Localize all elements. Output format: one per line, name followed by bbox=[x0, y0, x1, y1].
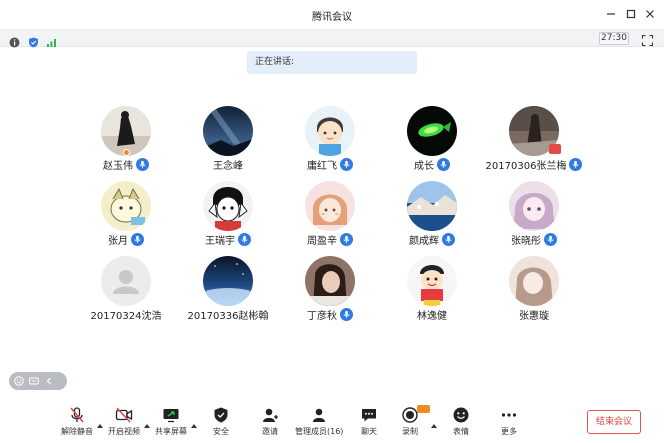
mic-icon bbox=[544, 233, 557, 246]
security-button[interactable]: 安全 bbox=[212, 406, 230, 440]
shield-icon[interactable] bbox=[28, 33, 39, 48]
mic-icon bbox=[442, 233, 455, 246]
add-user-icon bbox=[261, 406, 279, 424]
share-screen-icon bbox=[162, 406, 180, 424]
caret-up-icon[interactable] bbox=[97, 414, 103, 428]
avatar[interactable] bbox=[203, 256, 253, 306]
avatar[interactable] bbox=[203, 106, 253, 156]
start-video-button[interactable]: 开启视频 bbox=[108, 406, 140, 440]
participant-name: 张晓彤 bbox=[511, 236, 541, 247]
mic-icon bbox=[340, 233, 353, 246]
mic-icon bbox=[238, 233, 251, 246]
signal-strength-icon[interactable] bbox=[46, 33, 57, 47]
info-icon[interactable] bbox=[9, 33, 20, 48]
participant-tile[interactable]: 20170306张兰梅 bbox=[469, 106, 599, 178]
participant-name: 成长 bbox=[414, 161, 434, 172]
shield-icon bbox=[212, 406, 230, 424]
participant-name: 张惠璇 bbox=[519, 311, 549, 322]
participant-name: 20170306张兰梅 bbox=[485, 161, 567, 172]
participant-name: 王瑞宇 bbox=[205, 236, 235, 247]
mic-icon bbox=[136, 158, 149, 171]
chat-icon bbox=[360, 406, 378, 424]
caret-up-icon[interactable] bbox=[144, 414, 150, 428]
mic-muted-icon bbox=[68, 406, 86, 424]
participant-tile[interactable]: 张晓彤 bbox=[469, 181, 599, 253]
avatar[interactable] bbox=[305, 256, 355, 306]
participant-name: 周盈辛 bbox=[307, 236, 337, 247]
reactions-button[interactable]: 表情 bbox=[452, 406, 470, 440]
meeting-timer: 27:30 bbox=[599, 32, 629, 45]
avatar[interactable] bbox=[203, 181, 253, 231]
avatar[interactable] bbox=[407, 181, 457, 231]
participant-name: 颜成辉 bbox=[409, 236, 439, 247]
mic-icon bbox=[569, 158, 583, 171]
unmute-button[interactable]: 解除静音 bbox=[61, 406, 93, 440]
manage-members-button[interactable]: 管理成员(16) bbox=[295, 406, 343, 440]
floating-controls[interactable] bbox=[9, 372, 67, 390]
mic-icon bbox=[340, 158, 353, 171]
users-icon bbox=[310, 406, 328, 424]
notice-badge bbox=[549, 144, 561, 154]
mic-icon bbox=[131, 233, 144, 246]
end-meeting-button[interactable]: 结束会议 bbox=[587, 410, 641, 434]
caret-up-icon[interactable] bbox=[431, 414, 437, 428]
participant-name: 林逸健 bbox=[417, 311, 447, 322]
avatar[interactable] bbox=[101, 181, 151, 231]
avatar[interactable] bbox=[305, 181, 355, 231]
caret-up-icon[interactable] bbox=[191, 414, 197, 428]
speaking-indicator: 正在讲话: bbox=[247, 51, 417, 74]
smile-icon bbox=[452, 406, 470, 424]
caption-icon[interactable] bbox=[29, 376, 39, 386]
window-title: 腾讯会议 bbox=[312, 12, 352, 23]
new-badge bbox=[417, 405, 430, 413]
share-screen-button[interactable]: 共享屏幕 bbox=[155, 406, 187, 440]
status-bar: 27:30 bbox=[0, 30, 664, 48]
fullscreen-icon[interactable] bbox=[641, 32, 654, 47]
minimize-icon[interactable] bbox=[604, 7, 618, 21]
participant-name: 20170336赵彬翰 bbox=[187, 311, 269, 322]
avatar[interactable] bbox=[509, 256, 559, 306]
avatar[interactable] bbox=[407, 106, 457, 156]
collapse-icon[interactable] bbox=[44, 376, 54, 386]
avatar[interactable] bbox=[509, 181, 559, 231]
close-icon[interactable] bbox=[643, 7, 657, 21]
avatar[interactable] bbox=[101, 256, 151, 306]
emoji-icon[interactable] bbox=[14, 376, 24, 386]
participant-tile[interactable]: 张惠璇 bbox=[469, 256, 599, 328]
mic-icon bbox=[340, 308, 353, 321]
participant-name: 赵玉伟 bbox=[103, 161, 133, 172]
participant-name: 20170324沈浩 bbox=[90, 311, 162, 322]
camera-off-icon bbox=[115, 406, 133, 424]
title-bar: 腾讯会议 bbox=[0, 0, 664, 30]
participant-name: 王念峰 bbox=[213, 161, 243, 172]
host-badge bbox=[123, 149, 130, 156]
maximize-icon[interactable] bbox=[624, 7, 638, 21]
mic-icon bbox=[437, 158, 450, 171]
participant-name: 庸红飞 bbox=[307, 161, 337, 172]
participant-name: 丁彦秋 bbox=[307, 311, 337, 322]
avatar[interactable] bbox=[305, 106, 355, 156]
avatar[interactable] bbox=[407, 256, 457, 306]
participant-name: 张月 bbox=[108, 236, 128, 247]
more-button[interactable]: 更多 bbox=[500, 406, 518, 440]
invite-button[interactable]: 邀请 bbox=[261, 406, 279, 440]
more-icon bbox=[500, 406, 518, 424]
chat-button[interactable]: 聊天 bbox=[360, 406, 378, 440]
